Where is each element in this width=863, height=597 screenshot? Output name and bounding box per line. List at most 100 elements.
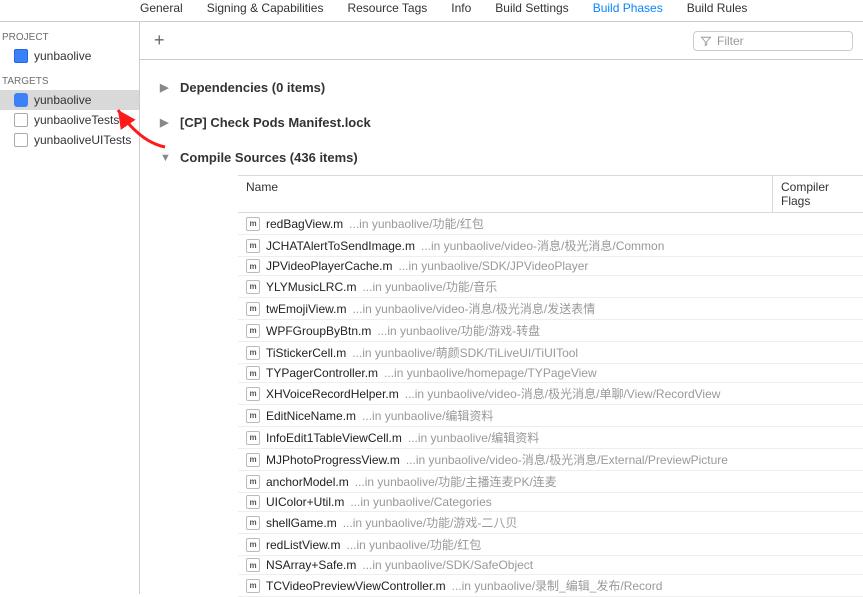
objc-file-icon: m <box>246 302 260 316</box>
add-build-phase-button[interactable]: + <box>150 30 169 51</box>
file-path: ...in yunbaolive/功能/主播连麦PK/连麦 <box>355 473 557 490</box>
file-row[interactable]: m WPFGroupByBtn.m ...in yunbaolive/功能/游戏-… <box>238 320 863 342</box>
file-name: MJPhotoProgressView.m <box>266 453 400 467</box>
objc-file-icon: m <box>246 475 260 489</box>
file-path: ...in yunbaolive/萌颜SDK/TiLiveUI/TiUITool <box>352 344 578 361</box>
file-path: ...in yunbaolive/SDK/SafeObject <box>362 558 533 572</box>
file-name: JCHATAlertToSendImage.m <box>266 239 415 253</box>
tab-info[interactable]: Info <box>451 1 471 15</box>
tab-build-rules[interactable]: Build Rules <box>687 1 748 15</box>
file-name: WPFGroupByBtn.m <box>266 324 371 338</box>
file-name: anchorModel.m <box>266 475 349 489</box>
file-path: ...in yunbaolive/SDK/JPVideoPlayer <box>399 259 589 273</box>
file-row[interactable]: m twEmojiView.m ...in yunbaolive/video-消息… <box>238 298 863 320</box>
compile-sources-list: m redBagView.m ...in yunbaolive/功能/红包 m JCH… <box>238 213 863 597</box>
project-section-label: PROJECT <box>0 28 139 46</box>
file-row[interactable]: m redListView.m ...in yunbaolive/功能/红包 <box>238 534 863 556</box>
file-name: redBagView.m <box>266 217 343 231</box>
content-area: + Filter ▶ Dependencies (0 items) ▶ [CP]… <box>140 22 863 594</box>
target-label: yunbaoliveUITests <box>34 133 131 147</box>
file-row[interactable]: mYLYMusicLRC.m ...in yunbaolive/功能/音乐 <box>238 276 863 298</box>
objc-file-icon: m <box>246 558 260 572</box>
file-row[interactable]: m anchorModel.m ...in yunbaolive/功能/主播连麦P… <box>238 471 863 493</box>
target-item-uitests[interactable]: yunbaoliveUITests <box>0 130 139 150</box>
target-item-yunbaolive[interactable]: yunbaolive <box>0 90 139 110</box>
target-label: yunbaolive <box>34 93 91 107</box>
objc-file-icon: m <box>246 239 260 253</box>
tab-signing[interactable]: Signing & Capabilities <box>207 1 324 15</box>
file-path: ...in yunbaolive/video-消息/极光消息/Common <box>421 237 664 254</box>
objc-file-icon: m <box>246 280 260 294</box>
column-name[interactable]: Name <box>238 176 773 212</box>
objc-file-icon: m <box>246 217 260 231</box>
objc-file-icon: m <box>246 495 260 509</box>
objc-file-icon: m <box>246 259 260 273</box>
file-name: UIColor+Util.m <box>266 495 344 509</box>
file-row[interactable]: mInfoEdit1TableViewCell.m ...in yunbaoli… <box>238 427 863 449</box>
file-row[interactable]: m TiStickerCell.m ...in yunbaolive/萌颜SDK/… <box>238 342 863 364</box>
file-row[interactable]: mTYPagerController.m ...in yunbaolive/ho… <box>238 364 863 383</box>
xcode-project-icon <box>14 49 28 63</box>
objc-file-icon: m <box>246 538 260 552</box>
file-path: ...in yunbaolive/video-消息/极光消息/External/… <box>406 451 728 468</box>
file-row[interactable]: mEditNiceName.m ...in yunbaolive/编辑资料 <box>238 405 863 427</box>
app-target-icon <box>14 93 28 107</box>
file-path: ...in yunbaolive/编辑资料 <box>362 407 493 424</box>
phase-compile-sources[interactable]: ▼ Compile Sources (436 items) <box>160 140 855 175</box>
file-row[interactable]: mredBagView.m ...in yunbaolive/功能/红包 <box>238 213 863 235</box>
phase-dependencies[interactable]: ▶ Dependencies (0 items) <box>160 70 855 105</box>
file-name: XHVoiceRecordHelper.m <box>266 387 399 401</box>
file-row[interactable]: m JCHATAlertToSendImage.m ...in yunbaoliv… <box>238 235 863 257</box>
file-name: TCVideoPreviewViewController.m <box>266 579 446 593</box>
tab-build-settings[interactable]: Build Settings <box>495 1 568 15</box>
file-name: InfoEdit1TableViewCell.m <box>266 431 402 445</box>
file-path: ...in yunbaolive/video-消息/极光消息/单聊/View/R… <box>405 385 721 402</box>
file-row[interactable]: m XHVoiceRecordHelper.m ...in yunbaolive/… <box>238 383 863 405</box>
targets-section-label: TARGETS <box>0 72 139 90</box>
tab-build-phases[interactable]: Build Phases <box>593 1 663 15</box>
file-path: ...in yunbaolive/功能/音乐 <box>362 278 497 295</box>
objc-file-icon: m <box>246 324 260 338</box>
objc-file-icon: m <box>246 453 260 467</box>
file-name: JPVideoPlayerCache.m <box>266 259 393 273</box>
file-path: ...in yunbaolive/功能/游戏-转盘 <box>377 322 540 339</box>
file-name: shellGame.m <box>266 516 337 530</box>
file-path: ...in yunbaolive/video-消息/极光消息/发送表情 <box>352 300 595 317</box>
chevron-down-icon: ▼ <box>160 152 172 164</box>
target-label: yunbaoliveTests <box>34 113 119 127</box>
column-compiler-flags[interactable]: Compiler Flags <box>773 176 863 212</box>
chevron-right-icon: ▶ <box>160 81 172 94</box>
file-name: redListView.m <box>266 538 340 552</box>
target-item-tests[interactable]: yunbaoliveTests <box>0 110 139 130</box>
objc-file-icon: m <box>246 346 260 360</box>
phase-label: Compile Sources (436 items) <box>180 150 358 165</box>
editor-tab-bar: General Signing & Capabilities Resource … <box>0 0 863 22</box>
file-row[interactable]: m JPVideoPlayerCache.m ...in yunbaolive/S… <box>238 257 863 276</box>
file-name: NSArray+Safe.m <box>266 558 356 572</box>
file-path: ...in yunbaolive/录制_编辑_发布/Record <box>452 577 663 594</box>
file-row[interactable]: m MJPhotoProgressView.m ...in yunbaolive/… <box>238 449 863 471</box>
file-name: twEmojiView.m <box>266 302 346 316</box>
phase-label: [CP] Check Pods Manifest.lock <box>180 115 371 130</box>
filter-placeholder: Filter <box>717 34 744 48</box>
project-item[interactable]: yunbaolive <box>0 46 139 66</box>
file-row[interactable]: m shellGame.m ...in yunbaolive/功能/游戏-二八贝 <box>238 512 863 534</box>
file-path: ...in yunbaolive/功能/游戏-二八贝 <box>343 514 518 531</box>
objc-file-icon: m <box>246 387 260 401</box>
tab-general[interactable]: General <box>140 1 183 15</box>
objc-file-icon: m <box>246 431 260 445</box>
file-row[interactable]: mUIColor+Util.m ...in yunbaolive/Categor… <box>238 493 863 512</box>
project-sidebar: PROJECT yunbaolive TARGETS yunbaolive yu… <box>0 22 140 594</box>
build-phases-list: ▶ Dependencies (0 items) ▶ [CP] Check Po… <box>140 60 863 175</box>
compile-sources-header: Name Compiler Flags <box>238 175 863 213</box>
phase-check-pods[interactable]: ▶ [CP] Check Pods Manifest.lock <box>160 105 855 140</box>
objc-file-icon: m <box>246 516 260 530</box>
file-name: EditNiceName.m <box>266 409 356 423</box>
file-path: ...in yunbaolive/功能/红包 <box>346 536 481 553</box>
file-row[interactable]: m NSArray+Safe.m ...in yunbaolive/SDK/Saf… <box>238 556 863 575</box>
project-name: yunbaolive <box>34 49 91 63</box>
file-name: TiStickerCell.m <box>266 346 346 360</box>
tab-resource-tags[interactable]: Resource Tags <box>347 1 427 15</box>
chevron-right-icon: ▶ <box>160 116 172 129</box>
filter-input[interactable]: Filter <box>693 31 853 51</box>
